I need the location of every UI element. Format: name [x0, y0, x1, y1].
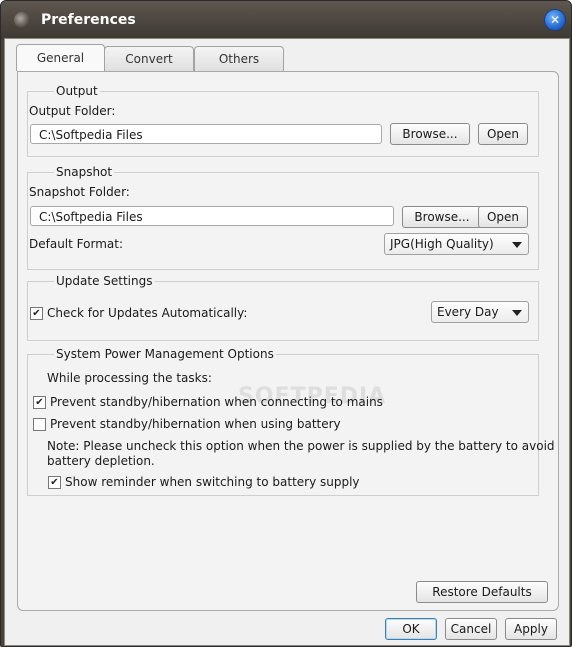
battery-note-line2: battery depletion.	[47, 454, 155, 468]
while-processing-label: While processing the tasks:	[47, 371, 212, 385]
dialog-client-area: General Convert Others SOFTPEDIA Output …	[4, 38, 570, 646]
prevent-mains-checkbox[interactable]: ✔	[33, 396, 46, 409]
output-group-title: Output	[54, 84, 100, 98]
default-format-value: JPG(High Quality)	[390, 237, 494, 251]
title-bar[interactable]: Preferences ✕	[1, 1, 571, 39]
prevent-mains-label: Prevent standby/hibernation when connect…	[50, 395, 383, 409]
close-icon: ✕	[549, 13, 561, 27]
show-reminder-checkbox[interactable]: ✔	[48, 476, 61, 489]
show-reminder-label: Show reminder when switching to battery …	[65, 475, 360, 489]
snapshot-group-title: Snapshot	[54, 165, 115, 179]
general-tab-panel: SOFTPEDIA Output Output Folder: C:\Softp…	[17, 71, 559, 611]
snapshot-group: Snapshot Snapshot Folder: C:\Softpedia F…	[27, 165, 539, 270]
update-group-title: Update Settings	[54, 274, 155, 288]
close-button[interactable]: ✕	[544, 9, 566, 31]
prevent-battery-checkbox[interactable]	[33, 418, 46, 431]
power-management-group: System Power Management Options While pr…	[27, 347, 555, 496]
chevron-down-icon	[512, 310, 522, 316]
tab-general[interactable]: General	[16, 44, 105, 71]
preferences-window: Preferences ✕ General Convert Others SOF…	[0, 0, 572, 647]
check-updates-checkbox[interactable]: ✔	[30, 307, 43, 320]
output-group: Output Output Folder: C:\Softpedia Files…	[27, 84, 539, 157]
default-format-dropdown[interactable]: JPG(High Quality)	[384, 233, 529, 255]
checkmark-icon: ✔	[50, 477, 59, 488]
update-frequency-dropdown[interactable]: Every Day	[431, 301, 529, 323]
output-browse-button[interactable]: Browse...	[390, 123, 470, 145]
output-folder-input[interactable]: C:\Softpedia Files	[30, 124, 382, 144]
cancel-button[interactable]: Cancel	[445, 618, 497, 640]
apply-button[interactable]: Apply	[505, 618, 557, 640]
checkmark-icon: ✔	[32, 308, 41, 319]
snapshot-folder-label: Snapshot Folder:	[29, 185, 130, 199]
power-group-title: System Power Management Options	[54, 347, 276, 361]
update-frequency-value: Every Day	[437, 305, 499, 319]
app-logo-icon	[14, 12, 30, 28]
tab-others[interactable]: Others	[194, 46, 284, 71]
checkmark-icon: ✔	[35, 397, 44, 408]
prevent-battery-label: Prevent standby/hibernation when using b…	[50, 417, 341, 431]
check-updates-label: Check for Updates Automatically:	[47, 306, 248, 320]
output-open-button[interactable]: Open	[478, 123, 528, 145]
snapshot-open-button[interactable]: Open	[478, 206, 528, 228]
snapshot-folder-input[interactable]: C:\Softpedia Files	[30, 206, 394, 226]
battery-note-line1: Note: Please uncheck this option when th…	[47, 439, 555, 453]
tab-convert[interactable]: Convert	[104, 46, 194, 71]
snapshot-browse-button[interactable]: Browse...	[402, 206, 482, 228]
ok-button[interactable]: OK	[385, 618, 437, 640]
restore-defaults-button[interactable]: Restore Defaults	[416, 581, 548, 603]
chevron-down-icon	[512, 242, 522, 248]
default-format-label: Default Format:	[29, 237, 123, 251]
window-title: Preferences	[41, 12, 136, 28]
update-settings-group: Update Settings ✔ Check for Updates Auto…	[27, 274, 539, 341]
output-folder-label: Output Folder:	[29, 104, 116, 118]
